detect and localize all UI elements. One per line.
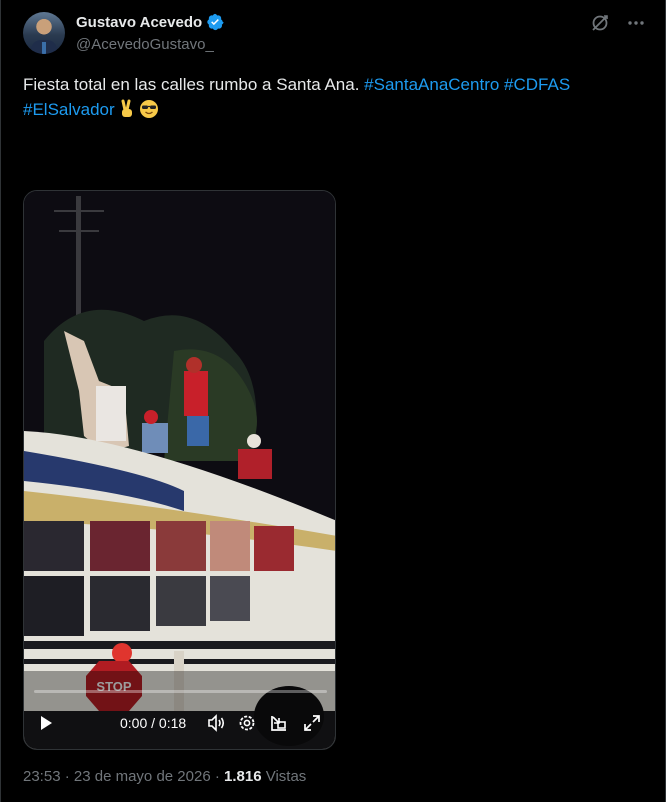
video-time: 0:00 / 0:18	[120, 715, 187, 731]
tweet-text: Fiesta total en las calles rumbo a Santa…	[23, 72, 653, 122]
settings-icon[interactable]	[237, 713, 257, 733]
tweet-meta: 23:53 · 23 de mayo de 2026 · 1.816 Vista…	[23, 768, 306, 785]
hashtag-santaanacentro[interactable]: #SantaAnaCentro	[364, 75, 499, 94]
author-name-row: Gustavo Acevedo	[76, 13, 224, 31]
video-player[interactable]: STOP 0:00 / 0:18	[23, 190, 336, 750]
tweet-card: Gustavo Acevedo @AcevedoGustavo_ Fiesta …	[0, 0, 666, 802]
video-frame: STOP	[24, 191, 335, 749]
picture-in-picture-icon[interactable]	[269, 713, 289, 733]
video-controls: 0:00 / 0:18	[24, 709, 335, 737]
grok-icon[interactable]	[589, 12, 611, 34]
video-progress-bar[interactable]	[34, 690, 327, 693]
tweet-body: Fiesta total en las calles rumbo a Santa…	[23, 75, 360, 94]
hashtag-cdfas[interactable]: #CDFAS	[504, 75, 570, 94]
more-options-icon[interactable]	[625, 12, 647, 34]
tweet-date[interactable]: 23 de mayo de 2026	[74, 768, 211, 785]
fullscreen-icon[interactable]	[302, 713, 322, 733]
play-icon[interactable]	[38, 715, 54, 731]
meta-separator: ·	[64, 768, 70, 785]
volume-icon[interactable]	[206, 713, 226, 733]
hashtag-elsalvador[interactable]: #ElSalvador	[23, 100, 115, 119]
author-handle[interactable]: @AcevedoGustavo_	[76, 36, 214, 53]
meta-separator: ·	[214, 768, 220, 785]
author-display-name[interactable]: Gustavo Acevedo	[76, 14, 202, 31]
victory-hand-emoji-icon	[121, 99, 132, 117]
avatar[interactable]	[23, 12, 65, 54]
avatar-tie	[42, 42, 46, 54]
top-actions	[589, 12, 647, 34]
tweet-time[interactable]: 23:53	[23, 768, 61, 785]
views-count: 1.816	[224, 768, 262, 785]
verified-badge-icon[interactable]	[206, 13, 224, 31]
sunglasses-face-emoji-icon	[139, 100, 158, 118]
views-label: Vistas	[265, 768, 307, 785]
